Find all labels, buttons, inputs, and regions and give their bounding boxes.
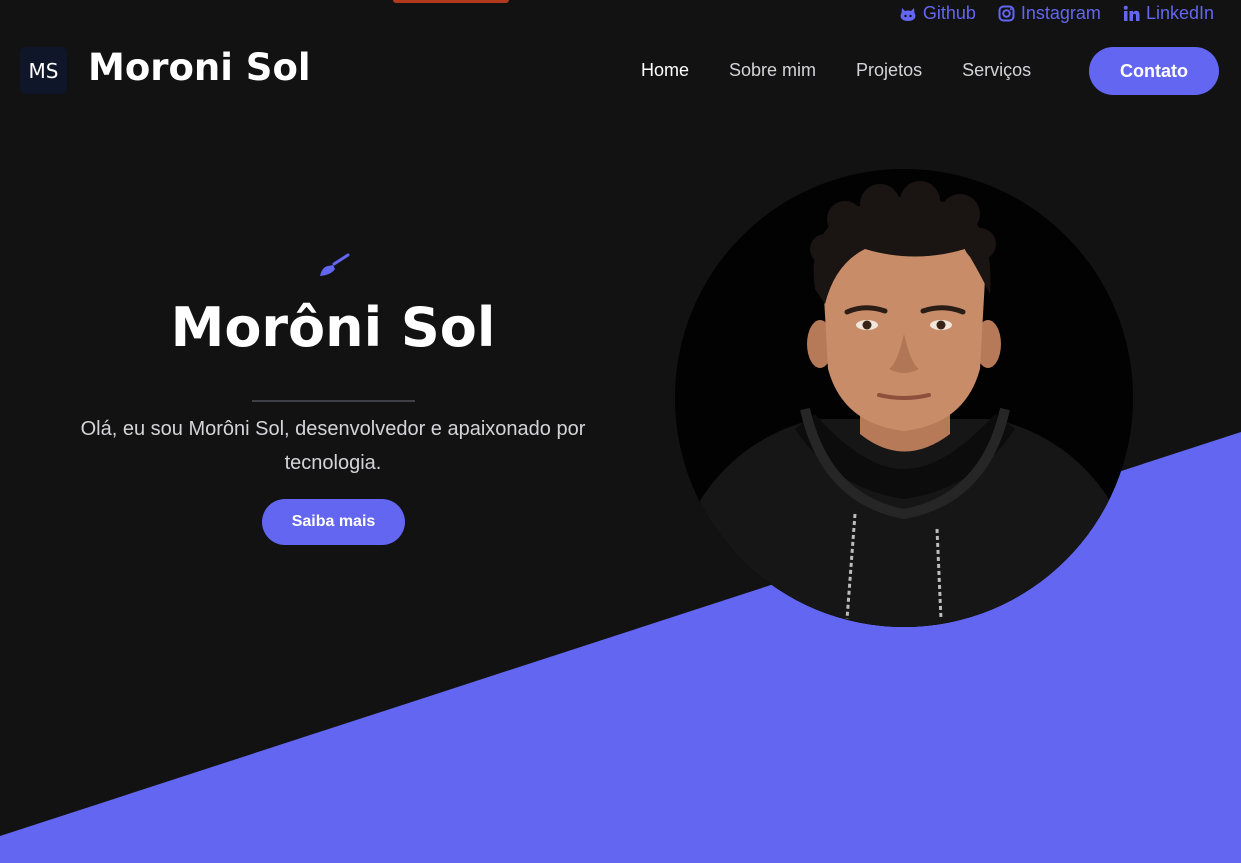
hero-title: Morôni Sol [170,296,496,359]
saiba-mais-button[interactable]: Saiba mais [262,499,405,545]
contact-button[interactable]: Contato [1089,47,1219,95]
top-accent-bar [393,0,509,3]
social-label: Github [922,3,976,23]
profile-photo [675,169,1133,627]
main-nav: Home Sobre mim Projetos Serviços [641,60,1031,81]
github-icon [899,6,917,22]
linkedin-icon [1123,5,1140,22]
social-link-linkedin[interactable]: LinkedIn [1123,3,1214,24]
nav-item-home[interactable]: Home [641,60,689,81]
instagram-icon [998,5,1015,22]
logo[interactable]: MS [20,47,67,94]
nav-item-projetos[interactable]: Projetos [856,60,922,81]
brand-name[interactable]: Moroni Sol [88,46,311,89]
nav-item-servicos[interactable]: Serviços [962,60,1031,81]
nav-item-sobre-mim[interactable]: Sobre mim [729,60,816,81]
social-link-github[interactable]: Github [899,3,976,24]
social-link-instagram[interactable]: Instagram [998,3,1101,24]
paintbrush-icon [318,253,350,279]
hero-description: Olá, eu sou Morôni Sol, desenvolvedor e … [80,418,586,474]
social-links: Github Instagram LinkedIn [899,3,1214,24]
hero-divider [252,400,415,402]
social-label: LinkedIn [1145,3,1214,23]
social-label: Instagram [1020,3,1101,23]
